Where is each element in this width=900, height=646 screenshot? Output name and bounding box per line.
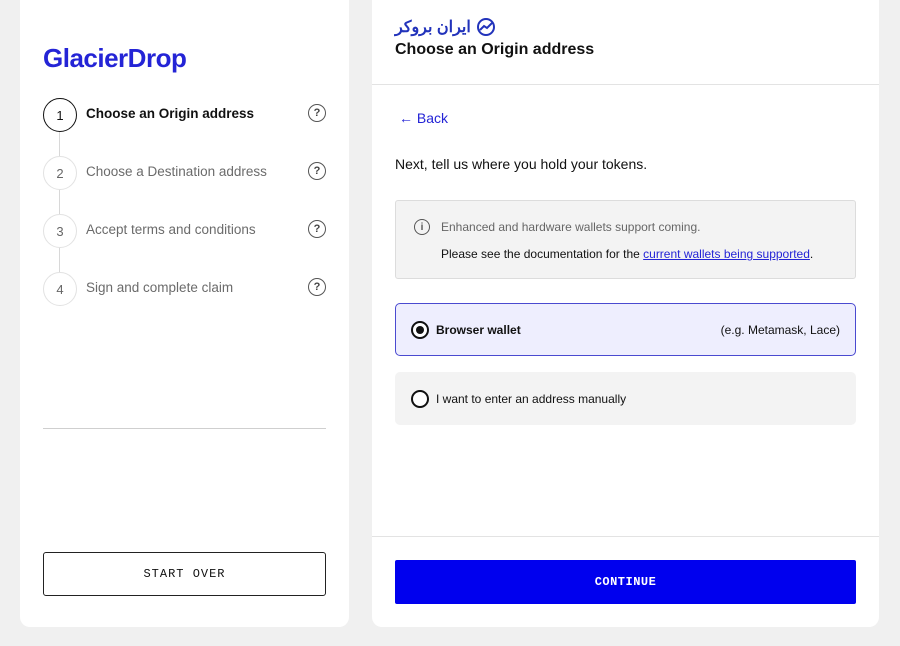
help-icon[interactable]: ? xyxy=(308,162,326,180)
step-2[interactable]: 2 Choose a Destination address ? xyxy=(43,156,326,190)
step-connector xyxy=(59,190,60,214)
step-number-circle: 1 xyxy=(43,98,77,132)
info-docs-text: Please see the documentation for the cur… xyxy=(441,247,813,261)
supported-wallets-link[interactable]: current wallets being supported xyxy=(643,247,810,261)
step-3[interactable]: 3 Accept terms and conditions ? xyxy=(43,214,326,248)
manual-address-radio[interactable] xyxy=(411,390,429,408)
option-label: Browser wallet xyxy=(436,323,521,337)
step-connector xyxy=(59,248,60,272)
watermark: ایران بروکر xyxy=(395,17,497,37)
step-connector xyxy=(59,132,60,156)
step-number-circle: 2 xyxy=(43,156,77,190)
main-panel: ایران بروکر Choose an Origin address ← B… xyxy=(372,0,879,627)
header-divider xyxy=(372,84,879,85)
step-number-circle: 3 xyxy=(43,214,77,248)
step-number-circle: 4 xyxy=(43,272,77,306)
steps-sidebar: GlacierDrop 1 Choose an Origin address ?… xyxy=(20,0,349,627)
start-over-button[interactable]: START OVER xyxy=(43,552,326,596)
manual-address-option[interactable]: I want to enter an address manually xyxy=(395,372,856,425)
browser-wallet-option[interactable]: Browser wallet (e.g. Metamask, Lace) xyxy=(395,303,856,356)
info-icon: i xyxy=(414,219,430,235)
info-text: Enhanced and hardware wallets support co… xyxy=(441,220,701,234)
browser-wallet-radio[interactable] xyxy=(411,321,429,339)
info-docs-prefix: Please see the documentation for the xyxy=(441,247,644,261)
chart-trend-icon xyxy=(476,18,495,36)
back-link[interactable]: ← Back xyxy=(399,110,448,126)
watermark-text: ایران بروکر xyxy=(395,19,471,36)
glacierdrop-logo: GlacierDrop xyxy=(43,43,187,73)
help-icon[interactable]: ? xyxy=(308,278,326,296)
step-label: Sign and complete claim xyxy=(86,280,234,295)
prompt-text: Next, tell us where you hold your tokens… xyxy=(395,156,648,172)
sidebar-divider xyxy=(43,428,326,429)
continue-button[interactable]: CONTINUE xyxy=(395,560,856,604)
step-4[interactable]: 4 Sign and complete claim ? xyxy=(43,272,326,306)
page-title: Choose an Origin address xyxy=(395,41,595,58)
step-1[interactable]: 1 Choose an Origin address ? xyxy=(43,98,326,132)
option-label: I want to enter an address manually xyxy=(436,392,627,406)
option-hint: (e.g. Metamask, Lace) xyxy=(720,323,840,337)
step-label: Choose a Destination address xyxy=(86,164,267,179)
help-icon[interactable]: ? xyxy=(308,104,326,122)
step-label: Choose an Origin address xyxy=(86,106,255,121)
info-docs-suffix: . xyxy=(809,247,814,261)
footer-divider xyxy=(372,536,879,537)
info-notice: i Enhanced and hardware wallets support … xyxy=(395,200,856,279)
help-icon[interactable]: ? xyxy=(308,220,326,238)
step-label: Accept terms and conditions xyxy=(86,222,256,237)
